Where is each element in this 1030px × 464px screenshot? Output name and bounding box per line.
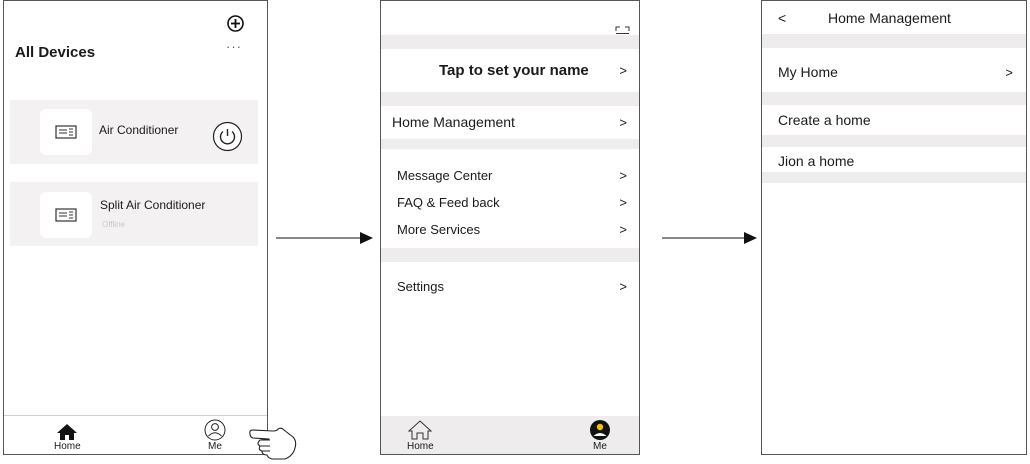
section-divider xyxy=(762,135,1026,147)
section-divider xyxy=(381,92,639,106)
device-status: Offline xyxy=(102,220,125,229)
menu-item-label: Message Center xyxy=(397,167,493,183)
page-title: All Devices xyxy=(15,44,96,61)
tab-me[interactable]: Me xyxy=(204,419,226,452)
flow-arrow xyxy=(662,232,757,244)
chevron-right-icon: > xyxy=(619,114,627,130)
menu-item-message-center[interactable]: Message Center > xyxy=(381,165,639,185)
section-divider xyxy=(762,92,1026,105)
chevron-right-icon: > xyxy=(619,221,627,237)
air-conditioner-icon xyxy=(40,192,92,238)
plus-circle-icon[interactable] xyxy=(227,15,244,32)
user-icon xyxy=(204,419,226,441)
tab-label: Home xyxy=(407,441,434,452)
section-divider xyxy=(762,34,1026,48)
tab-me[interactable]: Me xyxy=(589,419,611,452)
tab-label: Home xyxy=(54,441,81,452)
settings-label: Settings xyxy=(397,278,444,294)
tab-home[interactable]: Home xyxy=(54,423,81,452)
devices-screen: All Devices ··· Air Conditioner Split Ai… xyxy=(3,0,268,455)
create-home-row[interactable]: Create a home xyxy=(762,109,1026,131)
me-screen: Tap to set your name > Home Management >… xyxy=(380,0,640,455)
device-name: Air Conditioner xyxy=(99,123,179,137)
device-card[interactable]: Split Air Conditioner Offline xyxy=(10,182,258,246)
section-divider xyxy=(381,248,639,262)
chevron-right-icon: > xyxy=(619,62,627,78)
home-icon xyxy=(57,424,78,440)
menu-item-label: More Services xyxy=(397,221,481,237)
air-conditioner-icon xyxy=(40,109,92,155)
chevron-right-icon: > xyxy=(619,278,627,294)
section-divider xyxy=(381,35,639,49)
home-management-row[interactable]: Home Management > xyxy=(381,111,639,133)
chevron-right-icon: > xyxy=(1005,64,1013,80)
tab-label: Me xyxy=(593,441,607,452)
home-management-screen: < Home Management My Home > Create a hom… xyxy=(761,0,1027,455)
chevron-right-icon: > xyxy=(619,167,627,183)
tab-bar: Home Me xyxy=(381,416,639,454)
chevron-right-icon: > xyxy=(619,194,627,210)
ellipsis-icon[interactable]: ··· xyxy=(226,39,242,54)
tab-bar: Home Me xyxy=(4,415,267,454)
profile-name-row[interactable]: Tap to set your name > xyxy=(381,58,639,82)
my-home-label: My Home xyxy=(778,64,838,80)
power-icon[interactable] xyxy=(212,121,243,152)
menu-item-more-services[interactable]: More Services > xyxy=(381,219,639,239)
menu-item-label: FAQ & Feed back xyxy=(397,194,500,210)
tab-label: Me xyxy=(208,441,222,452)
device-card[interactable]: Air Conditioner xyxy=(10,100,258,164)
flow-arrow xyxy=(276,232,373,244)
page-title: Home Management xyxy=(828,10,951,26)
section-divider xyxy=(762,172,1026,183)
create-home-label: Create a home xyxy=(778,112,871,128)
name-prompt: Tap to set your name xyxy=(439,61,589,79)
back-button[interactable]: < xyxy=(778,10,786,26)
my-home-row[interactable]: My Home > xyxy=(762,61,1026,83)
menu-item-faq[interactable]: FAQ & Feed back > xyxy=(381,192,639,212)
section-divider xyxy=(381,139,639,149)
home-outline-icon xyxy=(408,420,433,440)
user-filled-icon xyxy=(590,420,610,440)
device-name: Split Air Conditioner xyxy=(100,198,206,212)
menu-item-settings[interactable]: Settings > xyxy=(381,276,639,296)
join-home-row[interactable]: Jion a home xyxy=(762,150,1026,172)
home-management-label: Home Management xyxy=(392,114,515,130)
tab-home[interactable]: Home xyxy=(407,419,434,452)
pointing-hand-icon xyxy=(249,427,297,460)
join-home-label: Jion a home xyxy=(778,153,855,169)
